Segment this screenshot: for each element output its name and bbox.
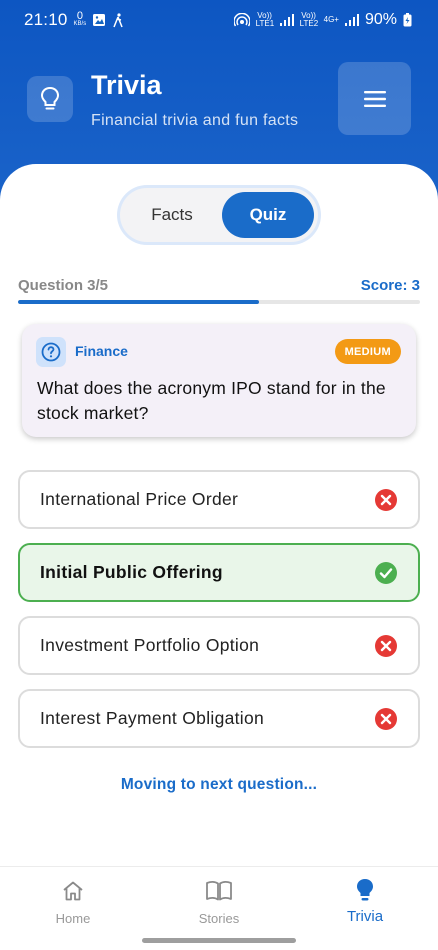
home-indicator [142, 938, 296, 943]
app-header: Trivia Financial trivia and fun facts [0, 60, 438, 140]
book-icon [206, 881, 232, 901]
tab-quiz[interactable]: Quiz [222, 192, 314, 238]
progress-row: Question 3/5 Score: 3 [18, 274, 420, 296]
lightbulb-icon [40, 86, 60, 110]
battery-charging-icon [403, 13, 412, 27]
status-time: 21:10 [24, 10, 68, 29]
tab-facts[interactable]: Facts [124, 192, 220, 238]
next-question-message: Moving to next question... [120, 776, 318, 793]
score-label: Score: 3 [360, 276, 420, 294]
answer-option-correct[interactable]: Initial Public Offering [18, 543, 420, 602]
status-bar: 21:10 0 KB/s Vo)) LTE1 Vo)) LTE2 4G+ 90% [0, 0, 438, 40]
wrong-answer-icon [375, 707, 397, 730]
sim2-net: 4G+ [323, 15, 339, 24]
progress-bar [18, 300, 420, 304]
hamburger-menu-icon [363, 90, 386, 107]
help-circle-icon [41, 342, 61, 362]
nav-stories-label: Stories [198, 911, 240, 926]
app-logo [27, 76, 73, 122]
mode-toggle: Facts Quiz [120, 188, 318, 242]
answer-option[interactable]: Investment Portfolio Option [18, 616, 420, 675]
sim1-label: Vo)) LTE1 [255, 11, 275, 28]
answer-option[interactable]: Interest Payment Obligation [18, 689, 420, 748]
home-icon [63, 881, 83, 901]
walking-icon [113, 12, 123, 27]
question-counter: Question 3/5 [18, 276, 109, 294]
question-text: What does the acronym IPO stand for in t… [37, 378, 386, 423]
progress-fill [18, 300, 260, 304]
wrong-answer-icon [375, 634, 397, 657]
battery-percent: 90% [364, 11, 397, 28]
app-title: Trivia [91, 70, 162, 100]
question-icon-box [36, 337, 66, 367]
question-card: Finance MEDIUM What does the acronym IPO… [22, 324, 416, 437]
nav-home-label: Home [55, 911, 91, 926]
app-subtitle: Financial trivia and fun facts [91, 112, 299, 129]
menu-button[interactable] [338, 62, 411, 135]
nav-stories[interactable]: Stories [164, 877, 274, 926]
content-sheet: Facts Quiz Question 3/5 Score: 3 Finance… [0, 164, 438, 950]
signal-icon [344, 14, 359, 26]
gallery-icon [93, 14, 106, 26]
hotspot-icon [233, 13, 250, 27]
question-category: Finance [75, 343, 128, 359]
nav-trivia[interactable]: Trivia [310, 877, 420, 925]
answer-option-label: Initial Public Offering [40, 562, 223, 582]
lightbulb-icon [357, 879, 373, 901]
difficulty-badge: MEDIUM [334, 339, 401, 364]
answer-option-label: Interest Payment Obligation [40, 708, 265, 728]
net-speed: 0 KB/s [73, 10, 87, 28]
wrong-answer-icon [375, 488, 397, 511]
answer-option[interactable]: International Price Order [18, 470, 420, 529]
correct-answer-icon [375, 561, 397, 584]
nav-trivia-label: Trivia [346, 908, 384, 925]
sim2-label: Vo)) LTE2 [299, 11, 319, 28]
signal-icon [279, 14, 294, 26]
answer-option-label: Investment Portfolio Option [40, 635, 260, 655]
nav-home[interactable]: Home [18, 877, 128, 926]
answer-option-label: International Price Order [40, 489, 239, 509]
